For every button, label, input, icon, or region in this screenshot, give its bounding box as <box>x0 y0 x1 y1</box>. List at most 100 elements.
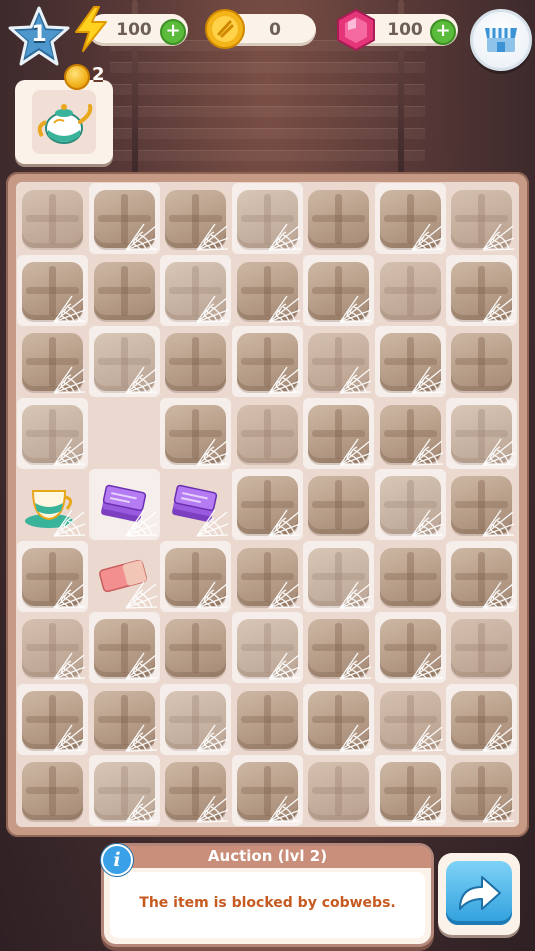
board-cell-mystery-box[interactable] <box>17 255 88 326</box>
board-cell-mystery-box[interactable] <box>375 255 446 326</box>
board-cell-mystery-box[interactable] <box>446 469 517 540</box>
board-item-purple-cards[interactable] <box>160 469 231 540</box>
cobweb-icon <box>196 724 229 752</box>
board-item-teacup[interactable] <box>17 469 88 540</box>
board-cell-mystery-box[interactable] <box>375 469 446 540</box>
cobweb-icon <box>125 366 158 394</box>
board-cell-mystery-box[interactable] <box>17 541 88 612</box>
board-cell-mystery-box[interactable] <box>160 183 231 254</box>
board-cell-mystery-box[interactable] <box>375 612 446 683</box>
teapot-icon <box>37 104 93 144</box>
next-button[interactable] <box>438 853 520 935</box>
board-cell-mystery-box[interactable] <box>17 398 88 469</box>
cobweb-icon <box>268 295 301 323</box>
cardboard-box-icon <box>22 190 83 248</box>
board-cell-mystery-box[interactable] <box>303 469 374 540</box>
cobweb-icon <box>411 795 444 823</box>
board-cell-mystery-box[interactable] <box>303 183 374 254</box>
board-item-purple-cards[interactable] <box>89 469 160 540</box>
board-cell-mystery-box[interactable] <box>160 612 231 683</box>
board-cell-mystery-box[interactable] <box>232 612 303 683</box>
board-cell-mystery-box[interactable] <box>89 612 160 683</box>
level-badge[interactable]: 1 <box>8 6 70 68</box>
board-cell-mystery-box[interactable] <box>17 326 88 397</box>
cobweb-icon <box>339 366 372 394</box>
board-cell-mystery-box[interactable] <box>160 755 231 826</box>
reward-coin-icon <box>64 64 90 90</box>
cobweb-icon <box>125 223 158 251</box>
board-cell-mystery-box[interactable] <box>375 541 446 612</box>
cobweb-icon <box>411 724 444 752</box>
board-cell-mystery-box[interactable] <box>446 612 517 683</box>
add-energy-button[interactable]: + <box>160 19 186 45</box>
board-cell-mystery-box[interactable] <box>89 684 160 755</box>
add-gems-button[interactable]: + <box>430 19 456 45</box>
board-cell-mystery-box[interactable] <box>303 541 374 612</box>
board-cell-mystery-box[interactable] <box>160 684 231 755</box>
info-icon[interactable]: i <box>101 844 133 876</box>
board-cell-mystery-box[interactable] <box>375 398 446 469</box>
board-cell-mystery-box[interactable] <box>446 541 517 612</box>
board-cell-mystery-box[interactable] <box>446 326 517 397</box>
board-cell-mystery-box[interactable] <box>17 755 88 826</box>
board-cell-mystery-box[interactable] <box>232 755 303 826</box>
board-cell-mystery-box[interactable] <box>375 183 446 254</box>
cobweb-icon <box>53 366 86 394</box>
cobweb-icon <box>482 295 515 323</box>
board-cell-mystery-box[interactable] <box>89 326 160 397</box>
cobweb-icon <box>482 438 515 466</box>
board-cell-mystery-box[interactable] <box>446 398 517 469</box>
level-number: 1 <box>31 22 47 47</box>
board-cell-mystery-box[interactable] <box>232 684 303 755</box>
coin-icon <box>205 9 245 49</box>
cobweb-icon <box>196 581 229 609</box>
board-cell-mystery-box[interactable] <box>232 398 303 469</box>
cobweb-icon <box>125 724 158 752</box>
board-cell-mystery-box[interactable] <box>446 183 517 254</box>
board-cell-mystery-box[interactable] <box>17 684 88 755</box>
board-cell-mystery-box[interactable] <box>232 183 303 254</box>
board-cell-mystery-box[interactable] <box>446 255 517 326</box>
board-cell-mystery-box[interactable] <box>232 541 303 612</box>
cobweb-icon <box>268 509 301 537</box>
board-cell-mystery-box[interactable] <box>303 398 374 469</box>
board-cell-mystery-box[interactable] <box>303 684 374 755</box>
board-cell-mystery-box[interactable] <box>446 755 517 826</box>
board-cell-mystery-box[interactable] <box>160 541 231 612</box>
board-cell-mystery-box[interactable] <box>303 255 374 326</box>
board-cell-mystery-box[interactable] <box>160 326 231 397</box>
board-item-eraser[interactable] <box>89 541 160 612</box>
board-cell-mystery-box[interactable] <box>160 398 231 469</box>
board-cell-empty[interactable] <box>89 398 160 469</box>
order-card[interactable] <box>15 80 113 164</box>
cobweb-icon <box>268 795 301 823</box>
board-cell-mystery-box[interactable] <box>446 684 517 755</box>
board-cell-mystery-box[interactable] <box>17 612 88 683</box>
board-cell-mystery-box[interactable] <box>232 255 303 326</box>
cobweb-icon <box>53 509 86 537</box>
board-cell-mystery-box[interactable] <box>375 326 446 397</box>
cardboard-box-icon <box>165 333 226 391</box>
board-cell-mystery-box[interactable] <box>89 183 160 254</box>
board-cell-mystery-box[interactable] <box>232 469 303 540</box>
board-cell-mystery-box[interactable] <box>303 755 374 826</box>
curved-arrow-icon <box>459 876 501 910</box>
cobweb-icon <box>482 509 515 537</box>
cardboard-box-icon <box>451 619 512 677</box>
cobweb-icon <box>339 438 372 466</box>
shop-button[interactable] <box>470 9 532 71</box>
board-cell-mystery-box[interactable] <box>89 755 160 826</box>
board-cell-mystery-box[interactable] <box>375 684 446 755</box>
board-cell-mystery-box[interactable] <box>375 755 446 826</box>
board-cell-mystery-box[interactable] <box>303 326 374 397</box>
board-cell-mystery-box[interactable] <box>89 255 160 326</box>
gem-value: 100 <box>387 20 423 40</box>
board-cell-mystery-box[interactable] <box>232 326 303 397</box>
gem-icon <box>337 8 375 52</box>
board-cell-mystery-box[interactable] <box>17 183 88 254</box>
cobweb-icon <box>53 295 86 323</box>
cobweb-icon <box>411 438 444 466</box>
board-cell-mystery-box[interactable] <box>160 255 231 326</box>
cobweb-icon <box>482 223 515 251</box>
board-cell-mystery-box[interactable] <box>303 612 374 683</box>
